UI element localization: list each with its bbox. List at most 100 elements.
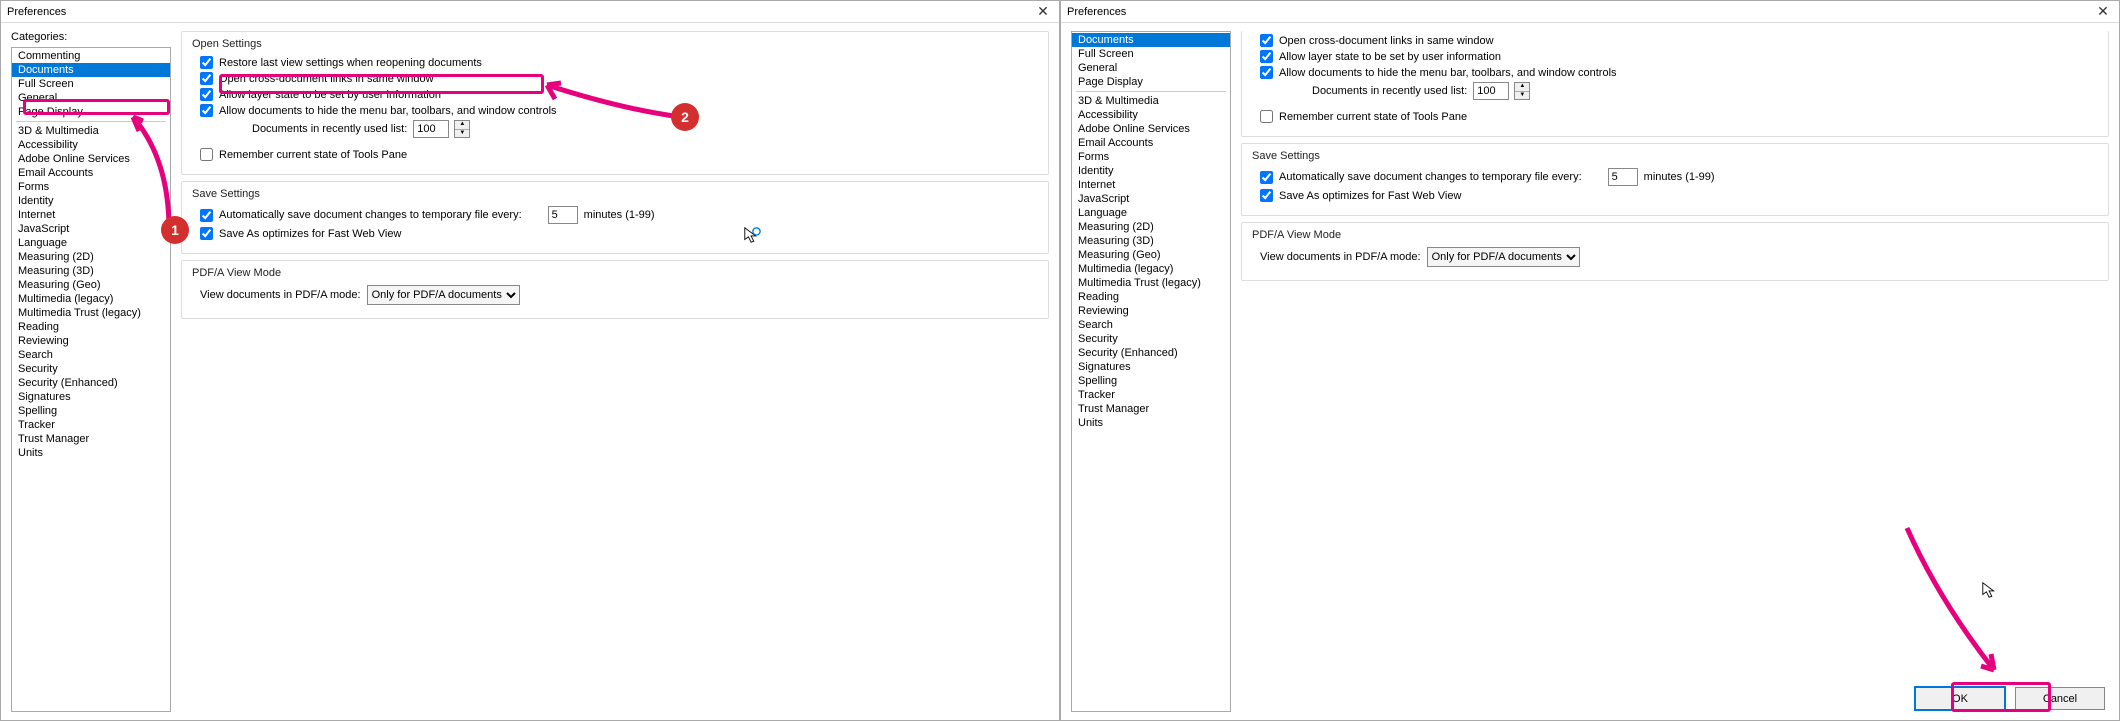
category-item[interactable]: Multimedia Trust (legacy) (12, 306, 170, 320)
category-item[interactable]: Page Display (1072, 75, 1230, 89)
category-item[interactable]: JavaScript (12, 222, 170, 236)
hide-bars-label: Allow documents to hide the menu bar, to… (1279, 67, 1617, 79)
layer-state-checkbox[interactable] (200, 88, 213, 101)
category-item[interactable]: Security (Enhanced) (1072, 346, 1230, 360)
category-item[interactable]: Search (1072, 318, 1230, 332)
category-item[interactable]: JavaScript (1072, 192, 1230, 206)
window-title: Preferences (1067, 6, 2093, 18)
category-item[interactable]: Units (1072, 416, 1230, 430)
category-item[interactable]: Documents (1072, 33, 1230, 47)
category-item[interactable]: Units (12, 446, 170, 460)
category-item[interactable]: Email Accounts (1072, 136, 1230, 150)
category-item[interactable]: 3D & Multimedia (1072, 94, 1230, 108)
pdfa-mode-label: View documents in PDF/A mode: (1260, 251, 1421, 263)
hide-bars-checkbox[interactable] (200, 104, 213, 117)
recent-docs-spinner[interactable]: ▲▼ (454, 120, 470, 138)
fastweb-checkbox[interactable] (200, 227, 213, 240)
recent-docs-label: Documents in recently used list: (1312, 85, 1467, 97)
category-item[interactable]: Trust Manager (1072, 402, 1230, 416)
category-item[interactable]: Internet (1072, 178, 1230, 192)
ok-button[interactable]: OK (1915, 687, 2005, 710)
pdfa-mode-select[interactable]: Only for PDF/A documents (367, 285, 520, 305)
pdfa-mode-select[interactable]: Only for PDF/A documents (1427, 247, 1580, 267)
cross-doc-checkbox[interactable] (1260, 34, 1273, 47)
autosave-checkbox[interactable] (1260, 171, 1273, 184)
cancel-button[interactable]: Cancel (2015, 687, 2105, 710)
category-item[interactable]: Reviewing (12, 334, 170, 348)
category-item[interactable]: Language (1072, 206, 1230, 220)
open-settings-group-title: Open Settings (192, 38, 1038, 50)
autosave-label: Automatically save document changes to t… (1279, 171, 1582, 183)
category-item[interactable]: Language (12, 236, 170, 250)
category-item[interactable]: Security (1072, 332, 1230, 346)
category-item[interactable]: Search (12, 348, 170, 362)
category-item[interactable]: General (1072, 61, 1230, 75)
categories-list[interactable]: DocumentsFull ScreenGeneralPage Display 3… (1071, 31, 1231, 712)
category-item[interactable]: Spelling (1072, 374, 1230, 388)
remember-pane-checkbox[interactable] (200, 148, 213, 161)
category-item[interactable]: Documents (12, 63, 170, 77)
category-item[interactable]: Measuring (3D) (12, 264, 170, 278)
autosave-label: Automatically save document changes to t… (219, 209, 522, 221)
category-item[interactable]: Measuring (3D) (1072, 234, 1230, 248)
category-item[interactable]: Security (12, 362, 170, 376)
restore-view-label: Restore last view settings when reopenin… (219, 57, 482, 69)
recent-docs-input[interactable] (413, 120, 449, 138)
category-item[interactable]: Trust Manager (12, 432, 170, 446)
close-icon[interactable]: ✕ (2093, 3, 2113, 20)
categories-list[interactable]: CommentingDocumentsFull ScreenGeneralPag… (11, 47, 171, 712)
category-item[interactable]: Multimedia (legacy) (1072, 262, 1230, 276)
category-item[interactable]: Commenting (12, 49, 170, 63)
close-icon[interactable]: ✕ (1033, 3, 1053, 20)
category-item[interactable]: Reviewing (1072, 304, 1230, 318)
category-item[interactable]: Spelling (12, 404, 170, 418)
category-item[interactable]: Reading (1072, 290, 1230, 304)
category-item[interactable]: Full Screen (12, 77, 170, 91)
layer-state-checkbox[interactable] (1260, 50, 1273, 63)
category-item[interactable]: Multimedia Trust (legacy) (1072, 276, 1230, 290)
preferences-dialog-left: Preferences ✕ Categories: CommentingDocu… (0, 0, 1060, 721)
category-item[interactable]: Measuring (Geo) (12, 278, 170, 292)
category-item[interactable]: Measuring (2D) (1072, 220, 1230, 234)
category-item[interactable]: Internet (12, 208, 170, 222)
category-item[interactable]: Adobe Online Services (1072, 122, 1230, 136)
remember-pane-checkbox[interactable] (1260, 110, 1273, 123)
category-item[interactable]: Forms (12, 180, 170, 194)
category-item[interactable]: Measuring (2D) (12, 250, 170, 264)
category-item[interactable]: Tracker (12, 418, 170, 432)
category-item[interactable]: Accessibility (1072, 108, 1230, 122)
restore-view-checkbox[interactable] (200, 56, 213, 69)
category-item[interactable]: Signatures (1072, 360, 1230, 374)
category-item[interactable]: Identity (12, 194, 170, 208)
layer-state-label: Allow layer state to be set by user info… (1279, 51, 1501, 63)
category-item[interactable]: Full Screen (1072, 47, 1230, 61)
category-item[interactable]: Page Display (12, 105, 170, 119)
category-item[interactable]: Measuring (Geo) (1072, 248, 1230, 262)
category-item[interactable]: Identity (1072, 164, 1230, 178)
pdfa-group-title: PDF/A View Mode (192, 267, 1038, 279)
category-item[interactable]: Accessibility (12, 138, 170, 152)
recent-docs-spinner[interactable]: ▲▼ (1514, 82, 1530, 100)
autosave-minutes-input[interactable] (1608, 168, 1638, 186)
category-item[interactable]: Email Accounts (12, 166, 170, 180)
hide-bars-checkbox[interactable] (1260, 66, 1273, 79)
category-item[interactable]: Multimedia (legacy) (12, 292, 170, 306)
fastweb-label: Save As optimizes for Fast Web View (219, 228, 401, 240)
save-settings-group-title: Save Settings (1252, 150, 2098, 162)
fastweb-label: Save As optimizes for Fast Web View (1279, 190, 1461, 202)
category-item[interactable]: General (12, 91, 170, 105)
category-item[interactable]: Reading (12, 320, 170, 334)
category-item[interactable]: 3D & Multimedia (12, 124, 170, 138)
category-item[interactable]: Security (Enhanced) (12, 376, 170, 390)
remember-pane-label: Remember current state of Tools Pane (219, 149, 407, 161)
autosave-checkbox[interactable] (200, 209, 213, 222)
autosave-minutes-input[interactable] (548, 206, 578, 224)
category-item[interactable]: Adobe Online Services (12, 152, 170, 166)
pdfa-mode-label: View documents in PDF/A mode: (200, 289, 361, 301)
fastweb-checkbox[interactable] (1260, 189, 1273, 202)
cross-doc-checkbox[interactable] (200, 72, 213, 85)
recent-docs-input[interactable] (1473, 82, 1509, 100)
category-item[interactable]: Tracker (1072, 388, 1230, 402)
category-item[interactable]: Forms (1072, 150, 1230, 164)
category-item[interactable]: Signatures (12, 390, 170, 404)
